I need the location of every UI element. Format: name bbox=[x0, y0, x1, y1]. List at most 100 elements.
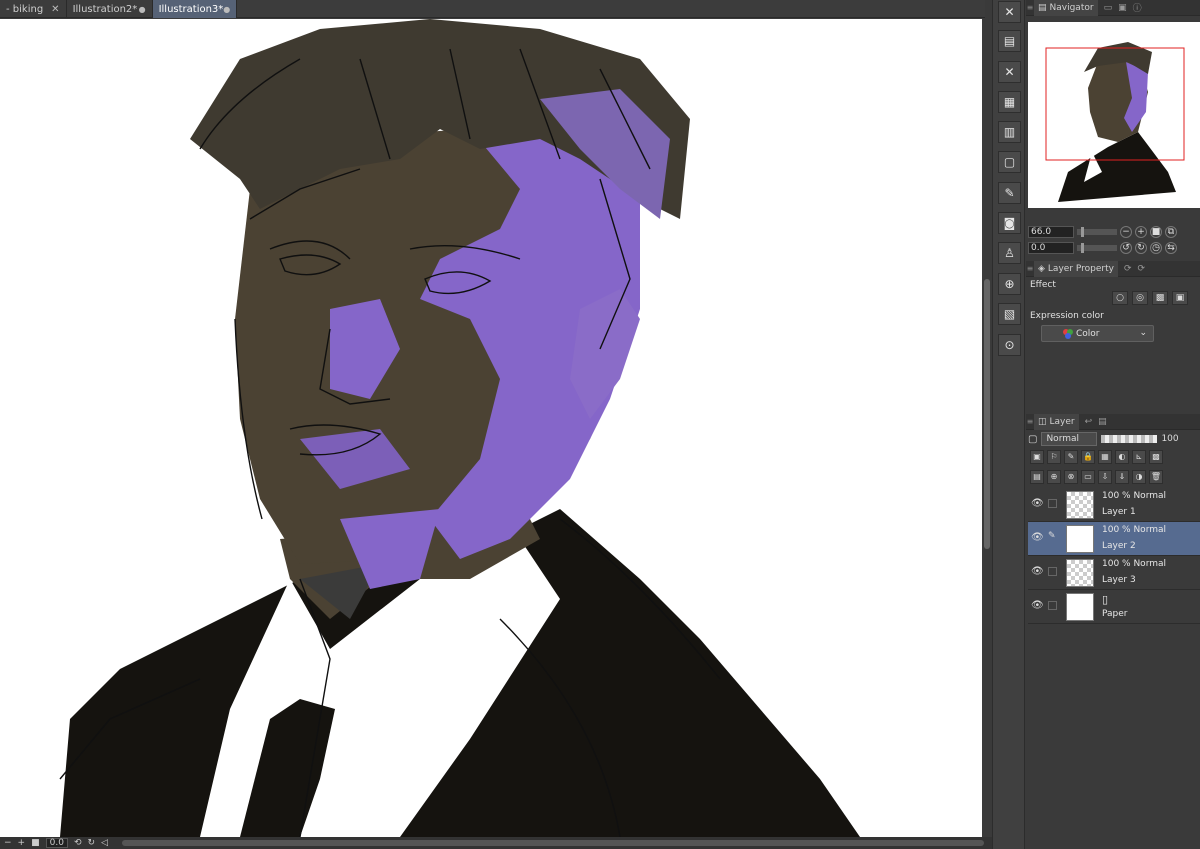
layer-color-icon[interactable]: ▢ bbox=[1028, 434, 1037, 445]
rotate-reset-icon[interactable]: ⟲ bbox=[74, 838, 82, 848]
lock-transparency-icon[interactable]: ▦ bbox=[1098, 450, 1112, 464]
rotate-icon[interactable]: ↻ bbox=[87, 838, 95, 848]
zoom-out-icon[interactable]: − bbox=[4, 838, 12, 848]
color-swatch-icon[interactable]: ▩ bbox=[1149, 450, 1163, 464]
new-folder-icon[interactable]: ▭ bbox=[1081, 470, 1095, 484]
blend-mode-select[interactable]: Normal bbox=[1041, 432, 1098, 446]
clip-icon[interactable]: ▣ bbox=[1030, 450, 1044, 464]
zoom-row: 66.0 − + ■ ⧉ bbox=[1028, 225, 1200, 239]
layer-tab-bar: ≡ ◫ Layer ↩ ▤ bbox=[1026, 413, 1200, 430]
scrollbar-thumb[interactable] bbox=[984, 279, 990, 549]
tab-layer-property[interactable]: ◈ Layer Property bbox=[1034, 260, 1118, 277]
horizontal-scrollbar[interactable] bbox=[121, 840, 984, 846]
drawing-canvas[interactable] bbox=[0, 19, 982, 837]
new-vector-layer-icon[interactable]: ⊗ bbox=[1064, 470, 1078, 484]
layer-name: Layer 3 bbox=[1102, 575, 1136, 585]
opacity-value[interactable]: 100 bbox=[1161, 434, 1178, 444]
zoom-in-button[interactable]: + bbox=[1135, 226, 1147, 238]
unsaved-dot-icon[interactable]: ● bbox=[139, 5, 146, 14]
tab-close-icon[interactable]: ✕ bbox=[51, 4, 59, 15]
zoom-stop-button[interactable]: ■ bbox=[1150, 226, 1162, 238]
paper-layer-row[interactable]: 👁 ▯ Paper bbox=[1028, 590, 1200, 624]
figure-icon[interactable]: ♙ bbox=[998, 242, 1021, 264]
visibility-eye-icon[interactable]: 👁 bbox=[1031, 532, 1044, 543]
tone-effect-icon[interactable]: ▩ bbox=[1152, 291, 1168, 305]
camera-icon[interactable]: ◙ bbox=[998, 212, 1021, 234]
layer-mode: 100 % Normal bbox=[1102, 559, 1167, 569]
layer-checkbox[interactable] bbox=[1048, 567, 1057, 576]
layer-row[interactable]: 👁 100 % Normal Layer 1 bbox=[1028, 488, 1200, 522]
tab-illustration2[interactable]: Illustration2* ● bbox=[67, 0, 153, 18]
panel-grip-icon[interactable]: ≡ bbox=[1026, 264, 1034, 273]
expression-color-select[interactable]: Color ⌄ bbox=[1041, 325, 1154, 342]
fit-icon[interactable]: ■ bbox=[31, 838, 40, 848]
zoom-value-field[interactable]: 66.0 bbox=[1028, 226, 1074, 238]
close-file-icon[interactable]: ✕ bbox=[998, 61, 1021, 83]
panel-grip-icon[interactable]: ≡ bbox=[1026, 3, 1034, 12]
close-icon[interactable]: ✕ bbox=[998, 1, 1021, 23]
tab-biking[interactable]: - biking ✕ bbox=[0, 0, 67, 18]
subview-tab-icon[interactable]: ▭ bbox=[1104, 3, 1113, 13]
visibility-eye-icon[interactable]: 👁 bbox=[1031, 600, 1044, 611]
combine-icon[interactable]: ⇓ bbox=[1115, 470, 1129, 484]
layer-checkbox[interactable] bbox=[1048, 499, 1057, 508]
vertical-scrollbar[interactable] bbox=[982, 19, 992, 837]
watercolor-effect-icon[interactable]: ◎ bbox=[1132, 291, 1148, 305]
draft-icon[interactable]: ✎ bbox=[1064, 450, 1078, 464]
history-tab-icon[interactable]: ↩ bbox=[1085, 417, 1093, 427]
navigator-preview[interactable] bbox=[1028, 22, 1200, 208]
rotation-value-field[interactable]: 0.0 bbox=[1028, 242, 1074, 254]
lock-icon[interactable]: 🔒 bbox=[1081, 450, 1095, 464]
zoom-in-icon[interactable]: + bbox=[18, 838, 26, 848]
reset-rotation-button[interactable]: ◷ bbox=[1150, 242, 1162, 254]
layer-row-selected[interactable]: 👁 ✎ 100 % Normal Layer 2 bbox=[1028, 522, 1200, 556]
new-file-icon[interactable]: ▤ bbox=[998, 30, 1021, 52]
navigator-tab-label: Navigator bbox=[1049, 2, 1094, 13]
tab-illustration3[interactable]: Illustration3* ● bbox=[152, 0, 237, 18]
opacity-slider[interactable] bbox=[1101, 435, 1158, 443]
tab-navigator[interactable]: ▤ Navigator bbox=[1034, 0, 1098, 16]
paper-icon: ▯ bbox=[1102, 593, 1109, 606]
transfer-icon[interactable]: ⇩ bbox=[1098, 470, 1112, 484]
tab-layer[interactable]: ◫ Layer bbox=[1034, 413, 1079, 430]
panel-grip-icon[interactable]: ≡ bbox=[1026, 417, 1034, 426]
edit-icon[interactable]: ✎ bbox=[998, 182, 1021, 204]
border-effect-icon[interactable]: ○ bbox=[1112, 291, 1128, 305]
new-raster-layer-icon[interactable]: ⊕ bbox=[1047, 470, 1061, 484]
auto-action-tab-icon[interactable]: ▤ bbox=[1098, 417, 1107, 427]
sub-tool-tab-icon[interactable]: ⟳ bbox=[1138, 264, 1146, 274]
tool-property-tab-icon[interactable]: ⟳ bbox=[1124, 264, 1132, 274]
zoom-out-button[interactable]: − bbox=[1120, 226, 1132, 238]
reference-icon[interactable]: ⚐ bbox=[1047, 450, 1061, 464]
layer-settings-icon[interactable]: ▤ bbox=[1030, 470, 1044, 484]
transform-icon[interactable]: ⊕ bbox=[998, 273, 1021, 295]
visibility-eye-icon[interactable]: 👁 bbox=[1031, 498, 1044, 509]
gallery-tab-icon[interactable]: ▣ bbox=[1118, 3, 1127, 13]
rotation-field[interactable]: 0.0 bbox=[45, 838, 68, 848]
ruler-icon[interactable]: ⊾ bbox=[1132, 450, 1146, 464]
rotate-left-button[interactable]: ↺ bbox=[1120, 242, 1132, 254]
flip-icon[interactable]: ◁ bbox=[101, 838, 108, 848]
document-icon[interactable]: ▥ bbox=[998, 121, 1021, 143]
visibility-eye-icon[interactable]: 👁 bbox=[1031, 566, 1044, 577]
navigator-tab-bar: ≡ ▤ Navigator ▭ ▣ ⓘ bbox=[1026, 0, 1200, 16]
mask-icon[interactable]: ◐ bbox=[1115, 450, 1129, 464]
material-icon[interactable]: ▧ bbox=[998, 303, 1021, 325]
info-tab-icon[interactable]: ⓘ bbox=[1133, 1, 1142, 14]
flip-horizontal-button[interactable]: ⇆ bbox=[1165, 242, 1177, 254]
layer-row[interactable]: 👁 100 % Normal Layer 3 bbox=[1028, 556, 1200, 590]
rotation-slider[interactable] bbox=[1077, 243, 1117, 253]
layer-checkbox[interactable] bbox=[1048, 601, 1057, 610]
mask-add-icon[interactable]: ◑ bbox=[1132, 470, 1146, 484]
zoom-slider[interactable] bbox=[1077, 227, 1117, 237]
unsaved-dot-icon[interactable]: ● bbox=[223, 5, 230, 14]
folder-icon[interactable]: ▢ bbox=[998, 151, 1021, 173]
layer-name: Layer 1 bbox=[1102, 507, 1136, 517]
expression-color-label: Expression color bbox=[1030, 311, 1104, 321]
layer-color-effect-icon[interactable]: ▣ bbox=[1172, 291, 1188, 305]
fit-window-button[interactable]: ⧉ bbox=[1165, 226, 1177, 238]
grid-icon[interactable]: ▦ bbox=[998, 91, 1021, 113]
search-icon[interactable]: ⊙ bbox=[998, 334, 1021, 356]
rotate-right-button[interactable]: ↻ bbox=[1135, 242, 1147, 254]
delete-layer-icon[interactable]: 🗑 bbox=[1149, 470, 1163, 484]
